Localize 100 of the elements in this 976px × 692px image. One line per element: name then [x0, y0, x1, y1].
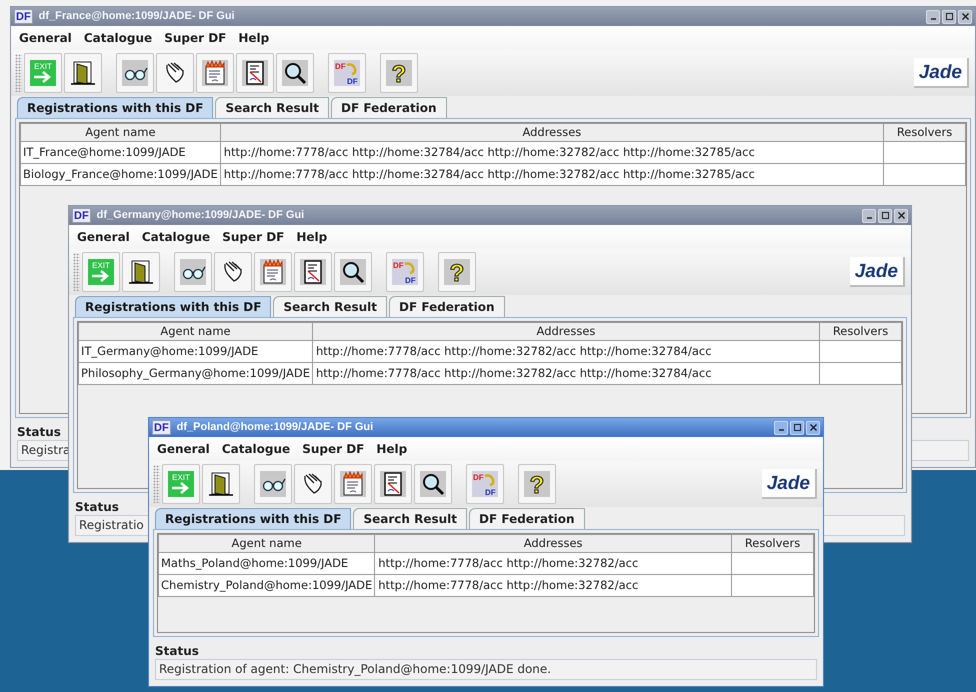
toolbar-button[interactable] — [254, 464, 292, 504]
menu-item[interactable]: Catalogue — [218, 440, 294, 458]
column-header[interactable]: Resolvers — [884, 124, 966, 142]
toolbar-button[interactable] — [374, 464, 412, 504]
column-header[interactable]: Resolvers — [732, 534, 814, 553]
tab[interactable]: Search Result — [273, 296, 388, 317]
app-logo: DF — [14, 9, 33, 24]
tab[interactable]: DF Federation — [469, 508, 585, 529]
jade-logo: Jade — [762, 469, 817, 499]
toolbar-grip[interactable] — [15, 54, 22, 92]
maximize-button[interactable] — [878, 208, 892, 222]
glasses-icon — [260, 471, 286, 497]
glasses-icon — [180, 259, 206, 285]
close-icon — [960, 12, 970, 21]
table-cell: http://home:7778/acc http://home:32784/acc http://home:32782/acc http://home:32785/acc — [220, 164, 884, 186]
minimize-button[interactable] — [862, 208, 876, 222]
toolbar-button[interactable] — [174, 252, 212, 292]
menu-item[interactable]: General — [153, 440, 214, 458]
toolbar-button[interactable] — [116, 53, 154, 93]
document-icon — [242, 60, 268, 86]
column-header[interactable]: Addresses — [220, 124, 884, 142]
exit-sign-icon: EXIT — [88, 259, 114, 285]
toolbar-button[interactable]: DF DF — [328, 53, 366, 93]
exit-sign-icon: EXIT — [168, 471, 194, 497]
close-button[interactable] — [958, 10, 972, 24]
minimize-button[interactable] — [774, 420, 788, 434]
toolbar-grip[interactable] — [73, 253, 80, 291]
minimize-button[interactable] — [926, 10, 940, 24]
toolbar-button[interactable] — [122, 252, 160, 292]
maximize-button[interactable] — [790, 420, 804, 434]
column-header[interactable]: Agent name — [78, 322, 312, 341]
status-message: Registration of agent: Chemistry_Poland@home:1099/JADE done. — [155, 659, 817, 680]
table-cell: http://home:7778/acc http://home:32782/acc http://home:32784/acc — [312, 340, 820, 363]
df-link-icon: DF DF — [392, 259, 418, 285]
document-icon — [380, 471, 406, 497]
question-mark-icon: ? — [444, 259, 470, 285]
question-mark-icon: ? — [386, 60, 412, 86]
tab[interactable]: Registrations with this DF — [17, 97, 214, 118]
door-icon — [70, 60, 96, 86]
menu-item[interactable]: Super DF — [160, 29, 230, 47]
door-icon — [128, 259, 154, 285]
table-cell: Philosophy_Germany@home:1099/JADE — [78, 362, 312, 385]
toolbar-button[interactable] — [334, 464, 372, 504]
window-title: df_Poland@home:1099/JADE- DF Gui — [176, 420, 374, 436]
menu-item[interactable]: Catalogue — [80, 29, 156, 47]
toolbar-button[interactable] — [294, 252, 332, 292]
menu-item[interactable]: General — [15, 29, 76, 47]
app-logo: DF — [72, 208, 91, 223]
tab[interactable]: Registrations with this DF — [155, 508, 352, 529]
column-header[interactable]: Agent name — [158, 534, 375, 553]
toolbar-button[interactable] — [276, 53, 314, 93]
maximize-icon — [792, 423, 802, 432]
column-header[interactable]: Addresses — [374, 534, 732, 553]
tab[interactable]: Registrations with this DF — [75, 296, 272, 317]
maximize-icon — [880, 211, 890, 220]
table-cell: http://home:7778/acc http://home:32782/acc — [374, 552, 732, 575]
maximize-button[interactable] — [942, 10, 956, 24]
toolbar-button[interactable] — [214, 252, 252, 292]
close-button[interactable] — [894, 208, 908, 222]
close-button[interactable] — [806, 420, 820, 434]
toolbar-button[interactable] — [294, 464, 332, 504]
menu-item[interactable]: Catalogue — [138, 228, 214, 246]
toolbar-button[interactable]: DF DF — [466, 464, 504, 504]
toolbar-button[interactable] — [414, 464, 452, 504]
table-cell: Maths_Poland@home:1099/JADE — [158, 552, 375, 575]
exit-sign-icon: EXIT — [30, 60, 56, 86]
menu-item[interactable]: Super DF — [218, 228, 288, 246]
df-link-icon: DF DF — [334, 60, 360, 86]
jade-logo: Jade — [850, 257, 905, 287]
tab[interactable]: DF Federation — [389, 296, 505, 317]
tab[interactable]: DF Federation — [331, 97, 447, 118]
table-cell: Chemistry_Poland@home:1099/JADE — [158, 574, 375, 597]
column-header[interactable]: Resolvers — [820, 322, 902, 341]
menu-item[interactable]: Help — [372, 440, 412, 458]
question-mark-icon: ? — [524, 471, 550, 497]
toolbar-button[interactable] — [202, 464, 240, 504]
toolbar-button[interactable] — [334, 252, 372, 292]
toolbar-button[interactable] — [196, 53, 234, 93]
df-link-icon: DF DF — [472, 471, 498, 497]
close-icon — [896, 211, 906, 220]
tab[interactable]: Search Result — [215, 97, 330, 118]
column-header[interactable]: Agent name — [20, 124, 220, 142]
toolbar-button[interactable] — [236, 53, 274, 93]
table-cell: Biology_France@home:1099/JADE — [20, 164, 220, 186]
menu-item[interactable]: General — [73, 228, 134, 246]
menu-item[interactable]: Super DF — [298, 440, 368, 458]
toolbar-button[interactable]: DF DF — [386, 252, 424, 292]
toolbar-grip[interactable] — [153, 465, 160, 503]
toolbar-button[interactable] — [64, 53, 102, 93]
column-header[interactable]: Addresses — [312, 322, 820, 341]
tab[interactable]: Search Result — [353, 508, 468, 529]
app-logo: DF — [152, 420, 171, 435]
burning-paper-icon — [260, 259, 286, 285]
toolbar-button[interactable] — [254, 252, 292, 292]
search-icon — [282, 60, 308, 86]
menu-item[interactable]: Help — [234, 29, 274, 47]
toolbar-button[interactable] — [156, 53, 194, 93]
menu-item[interactable]: Help — [292, 228, 332, 246]
search-icon — [420, 471, 446, 497]
status-label: Status — [75, 499, 119, 515]
